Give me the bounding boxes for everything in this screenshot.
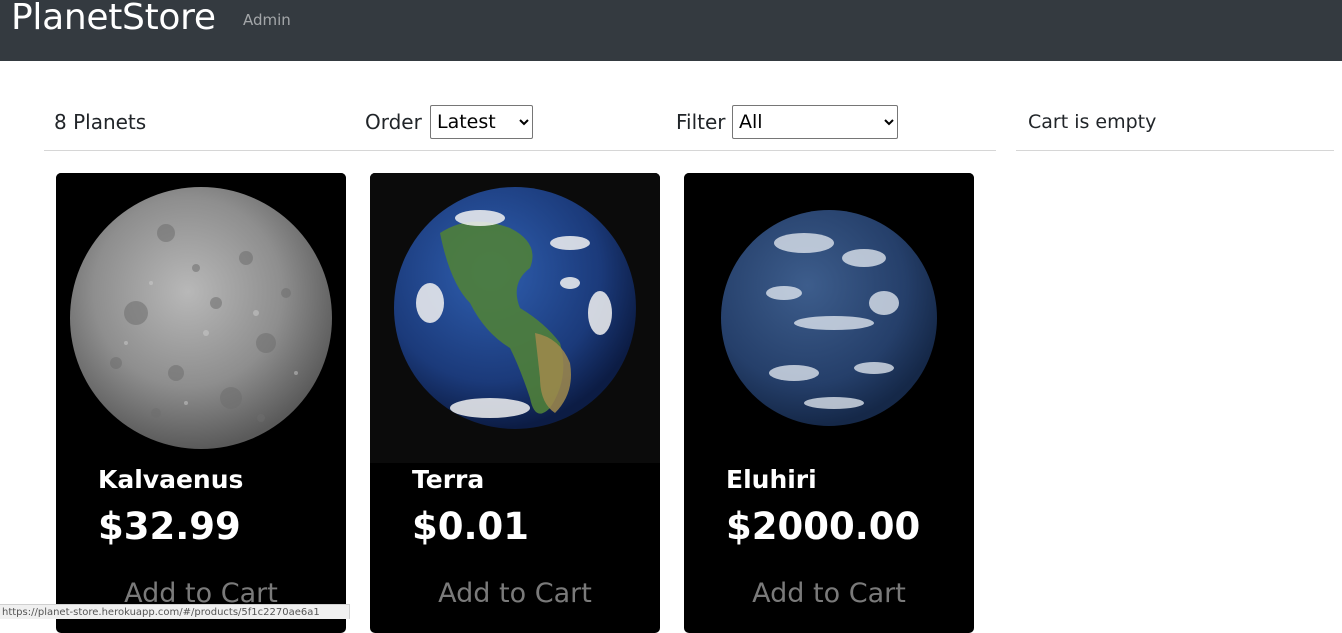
product-price: $2000.00 (726, 505, 921, 548)
planet-image-blue-cloudy[interactable] (684, 173, 974, 463)
filter-label: Filter (676, 110, 726, 134)
filter-bar: 8 Planets Order Latest Filter All (44, 104, 996, 151)
cart-panel: Cart is empty (1016, 104, 1334, 151)
status-bar-url: https://planet-store.herokuapp.com/#/pro… (0, 604, 350, 619)
cart-status: Cart is empty (1028, 111, 1157, 133)
add-to-cart-button[interactable]: Add to Cart (370, 578, 660, 609)
product-card: Kalvaenus $32.99 Add to Cart (56, 173, 346, 633)
order-select[interactable]: Latest (430, 105, 533, 139)
add-to-cart-button[interactable]: Add to Cart (684, 578, 974, 609)
filter-select[interactable]: All (732, 105, 898, 139)
admin-link[interactable]: Admin (243, 11, 291, 29)
product-card: Terra $0.01 Add to Cart (370, 173, 660, 633)
product-name: Eluhiri (726, 465, 817, 494)
order-label: Order (365, 110, 422, 134)
product-name: Terra (412, 465, 485, 494)
planet-image-grey-cratered[interactable] (56, 173, 346, 463)
brand-logo-link[interactable]: PlanetStore (11, 0, 216, 38)
planet-image-earth[interactable] (370, 173, 660, 463)
product-price: $32.99 (98, 505, 241, 548)
product-card: Eluhiri $2000.00 Add to Cart (684, 173, 974, 633)
top-navbar: PlanetStore Admin (0, 0, 1342, 61)
product-price: $0.01 (412, 505, 530, 548)
planet-count: 8 Planets (54, 110, 147, 134)
product-name: Kalvaenus (98, 465, 244, 494)
